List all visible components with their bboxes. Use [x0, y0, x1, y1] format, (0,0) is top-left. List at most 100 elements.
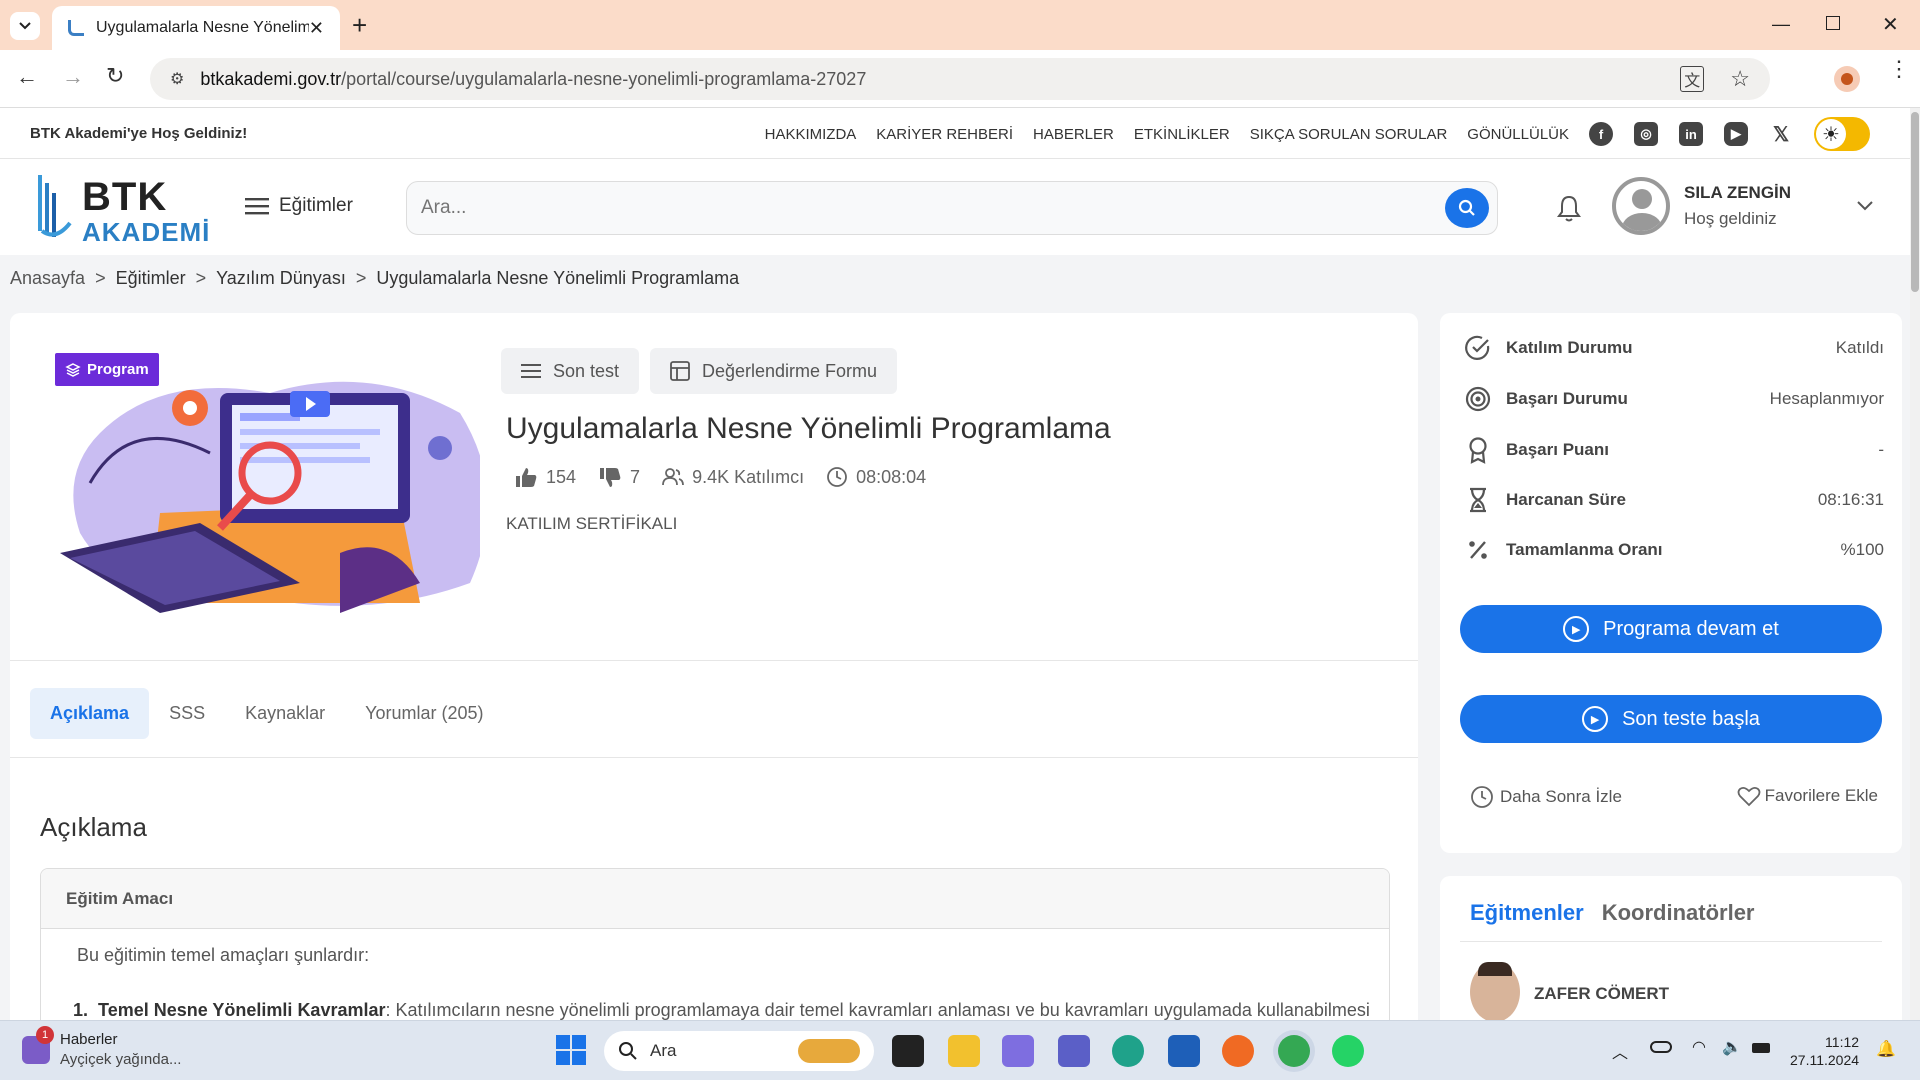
instructor-name[interactable]: ZAFER CÖMERT [1534, 984, 1669, 1004]
clock-date: 27.11.2024 [1790, 1052, 1860, 1068]
tab-list-button[interactable] [10, 12, 40, 40]
minimize-button[interactable]: — [1772, 14, 1790, 35]
scrollbar-thumb[interactable] [1911, 112, 1919, 292]
search-button[interactable] [1445, 188, 1489, 228]
nav-career[interactable]: KARİYER REHBERİ [876, 126, 1013, 143]
browser-tab[interactable]: Uygulamalarla Nesne Yönelimli ✕ [52, 6, 340, 50]
trainings-menu-button[interactable]: Eğitimler [245, 195, 353, 217]
volume-icon[interactable]: 🔈 [1722, 1037, 1742, 1057]
tab-faq[interactable]: SSS [149, 688, 225, 739]
watch-later-label: Daha Sonra İzle [1500, 787, 1622, 806]
search-highlight-icon [798, 1039, 860, 1063]
restore-button[interactable] [1826, 16, 1840, 30]
chevron-down-icon [19, 22, 31, 30]
search-input[interactable] [421, 197, 1445, 219]
award-icon [1469, 437, 1487, 464]
add-favorite-button[interactable]: Favorilere Ekle [1737, 785, 1878, 807]
breadcrumb-home[interactable]: Anasayfa [10, 268, 85, 289]
store-icon[interactable] [1168, 1035, 1200, 1067]
youtube-icon[interactable]: ▶ [1724, 122, 1748, 146]
tab-title: Uygulamalarla Nesne Yönelimli [96, 19, 309, 36]
tab-description[interactable]: Açıklama [30, 688, 150, 739]
back-button[interactable]: ← [16, 64, 38, 90]
tab-instructors[interactable]: Eğitmenler [1470, 900, 1584, 925]
avatar [1612, 177, 1670, 235]
tray-chevron-icon[interactable]: ︿ [1612, 1039, 1628, 1063]
notifications-bell-icon[interactable]: 🔔 [1876, 1039, 1896, 1059]
start-final-test-button[interactable]: ▶ Son teste başla [1460, 695, 1882, 743]
page-scrollbar[interactable] [1910, 108, 1920, 1020]
watch-later-button[interactable]: Daha Sonra İzle [1470, 785, 1622, 809]
tab-resources[interactable]: Kaynaklar [225, 688, 345, 739]
news-widget[interactable]: 1 Haberler Ayçiçek yağında... [22, 1025, 181, 1068]
heart-icon [1737, 786, 1761, 807]
battery-icon[interactable] [1752, 1043, 1770, 1053]
reload-button[interactable]: ↻ [106, 63, 124, 89]
x-twitter-icon[interactable]: 𝕏 [1769, 122, 1793, 146]
btk-logo[interactable]: BTK AKADEMİ [36, 171, 214, 247]
bookmark-star-icon[interactable]: ☆ [1730, 66, 1750, 92]
url-field[interactable]: ⚙ btkakademi.gov.tr/portal/course/uygula… [150, 58, 1770, 100]
site-info-icon[interactable]: ⚙ [170, 69, 184, 89]
browser-menu-button[interactable]: ⋮ [1888, 58, 1910, 80]
notification-bell-icon[interactable] [1554, 193, 1584, 228]
taskbar-search[interactable]: Ara [604, 1031, 874, 1071]
breadcrumb-trainings[interactable]: Eğitimler [116, 268, 186, 289]
breadcrumb-category[interactable]: Yazılım Dünyası [216, 268, 346, 289]
translate-icon[interactable]: 文 [1680, 66, 1705, 92]
theme-toggle[interactable]: ☀ [1814, 117, 1870, 151]
users-icon [662, 468, 684, 486]
task-view-icon[interactable] [892, 1035, 924, 1067]
close-window-button[interactable]: ✕ [1882, 12, 1899, 37]
whatsapp-icon[interactable] [1332, 1035, 1364, 1067]
firefox-icon[interactable] [1222, 1035, 1254, 1067]
dislike-count[interactable]: 7 [598, 466, 640, 488]
facebook-icon[interactable]: f [1589, 122, 1613, 146]
continue-program-button[interactable]: ▶ Programa devam et [1460, 605, 1882, 653]
user-dropdown-chevron-icon[interactable] [1856, 199, 1874, 217]
tab-comments[interactable]: Yorumlar (205) [345, 688, 503, 739]
score-label: Başarı Puanı [1506, 440, 1609, 459]
system-clock[interactable]: 11:12 27.11.2024 [1790, 1033, 1859, 1069]
file-explorer-icon[interactable] [948, 1035, 980, 1067]
profile-avatar-icon[interactable] [1834, 66, 1860, 92]
logo-text-bottom: AKADEMİ [82, 217, 211, 247]
new-tab-button[interactable]: + [352, 10, 367, 41]
nav-about[interactable]: HAKKIMIZDA [765, 126, 857, 143]
start-button[interactable] [556, 1035, 586, 1065]
close-tab-icon[interactable]: ✕ [309, 18, 324, 39]
time-spent-label: Harcanan Süre [1506, 490, 1626, 509]
thumbs-down-icon [600, 468, 621, 487]
evaluation-form-button[interactable]: Değerlendirme Formu [650, 348, 898, 394]
onedrive-icon[interactable] [1650, 1041, 1672, 1053]
tab-coordinators[interactable]: Koordinatörler [1602, 900, 1755, 925]
edge-icon[interactable] [1112, 1035, 1144, 1067]
copilot-icon[interactable] [1002, 1035, 1034, 1067]
participant-count-value: 9.4K Katılımcı [692, 466, 805, 487]
course-duration-value: 08:08:04 [856, 466, 927, 487]
forward-button[interactable]: → [62, 64, 84, 90]
instagram-icon[interactable]: ◎ [1634, 122, 1658, 146]
nav-news[interactable]: HABERLER [1033, 126, 1114, 143]
chrome-icon[interactable] [1278, 1035, 1310, 1067]
nav-events[interactable]: ETKİNLİKLER [1134, 126, 1230, 143]
wifi-icon[interactable]: ◠ [1692, 1037, 1706, 1057]
breadcrumb-current: Uygulamalarla Nesne Yönelimli Programlam… [376, 268, 740, 288]
list-icon [521, 364, 541, 378]
completion-value: %100 [1840, 540, 1884, 559]
score-row: Başarı Puanı - [1464, 435, 1884, 465]
user-menu[interactable]: SILA ZENGİN Hoş geldiniz [1612, 177, 1791, 235]
nav-volunteer[interactable]: GÖNÜLLÜLÜK [1467, 126, 1569, 143]
participation-row: Katılım Durumu Katıldı [1464, 333, 1884, 363]
objective-item-number: 1. [73, 1000, 89, 1020]
search-icon [619, 1042, 637, 1060]
linkedin-icon[interactable]: in [1679, 122, 1703, 146]
last-test-button[interactable]: Son test [501, 348, 640, 394]
teams-icon[interactable] [1058, 1035, 1090, 1067]
like-count[interactable]: 154 [514, 466, 576, 488]
course-tabs: Açıklama SSS Kaynaklar Yorumlar (205) [30, 688, 504, 739]
score-value: - [1878, 440, 1884, 459]
nav-faq[interactable]: SIKÇA SORULAN SORULAR [1250, 126, 1448, 143]
success-value: Hesaplanmıyor [1769, 389, 1884, 408]
percent-icon [1469, 541, 1487, 559]
